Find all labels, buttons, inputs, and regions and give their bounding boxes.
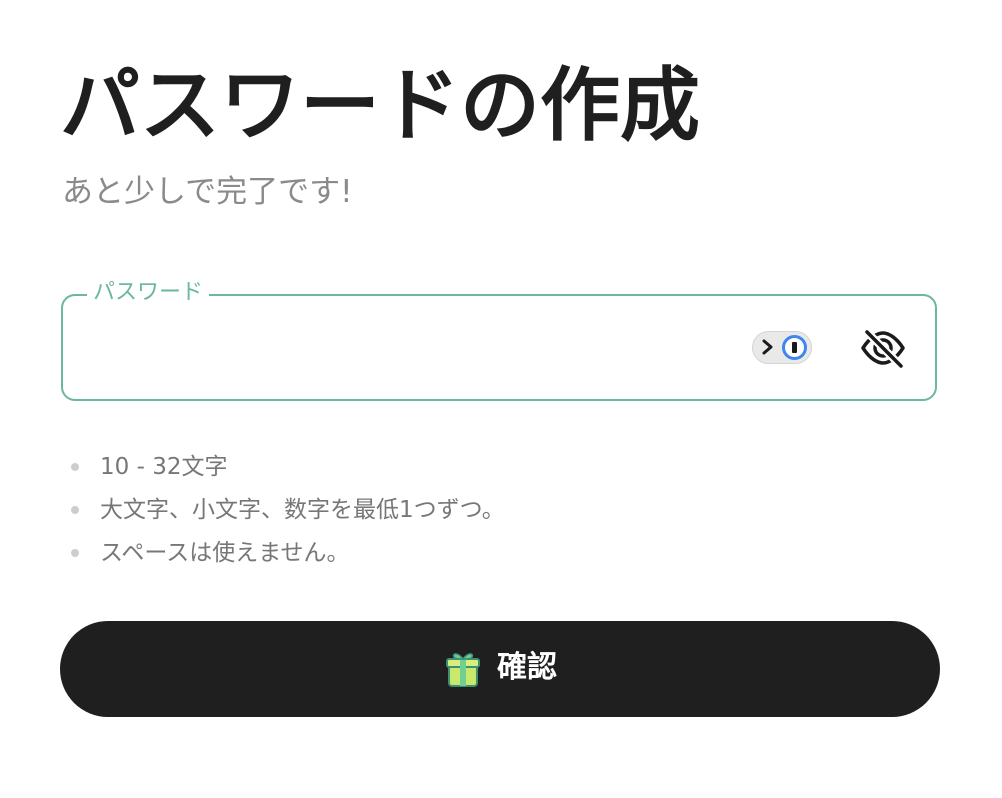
- page-subtitle: あと少しで完了です!: [62, 174, 353, 210]
- password-input[interactable]: [83, 318, 727, 378]
- requirement-item: スペースは使えません。: [62, 532, 505, 575]
- password-field: パスワード: [61, 279, 937, 401]
- confirm-button-label: 確認: [497, 650, 557, 685]
- bullet-dot: [71, 463, 79, 471]
- eye-off-icon: [861, 327, 906, 371]
- requirement-text: 10 - 32文字: [100, 454, 228, 480]
- bullet-dot: [71, 549, 79, 557]
- password-manager-keyhole: [792, 342, 797, 353]
- password-field-label: パスワード: [87, 279, 210, 308]
- chevron-right-icon: [762, 339, 773, 355]
- requirement-item: 大文字、小文字、数字を最低1つずつ。: [62, 489, 505, 532]
- requirement-item: 10 - 32文字: [62, 446, 505, 489]
- gift-icon: [446, 653, 480, 687]
- password-manager-button[interactable]: [752, 331, 812, 364]
- password-manager-icon: [782, 335, 807, 360]
- bullet-dot: [71, 506, 79, 514]
- toggle-visibility-button[interactable]: [858, 323, 908, 373]
- requirement-text: スペースは使えません。: [100, 540, 350, 566]
- page-title: パスワードの作成: [60, 59, 700, 152]
- requirement-text: 大文字、小文字、数字を最低1つずつ。: [100, 497, 505, 523]
- create-password-page: パスワードの作成 あと少しで完了です! パスワード 10 - 32文字 大文字、…: [0, 0, 1002, 798]
- password-requirements: 10 - 32文字 大文字、小文字、数字を最低1つずつ。 スペースは使えません。: [62, 446, 505, 575]
- confirm-button[interactable]: 確認: [60, 621, 940, 717]
